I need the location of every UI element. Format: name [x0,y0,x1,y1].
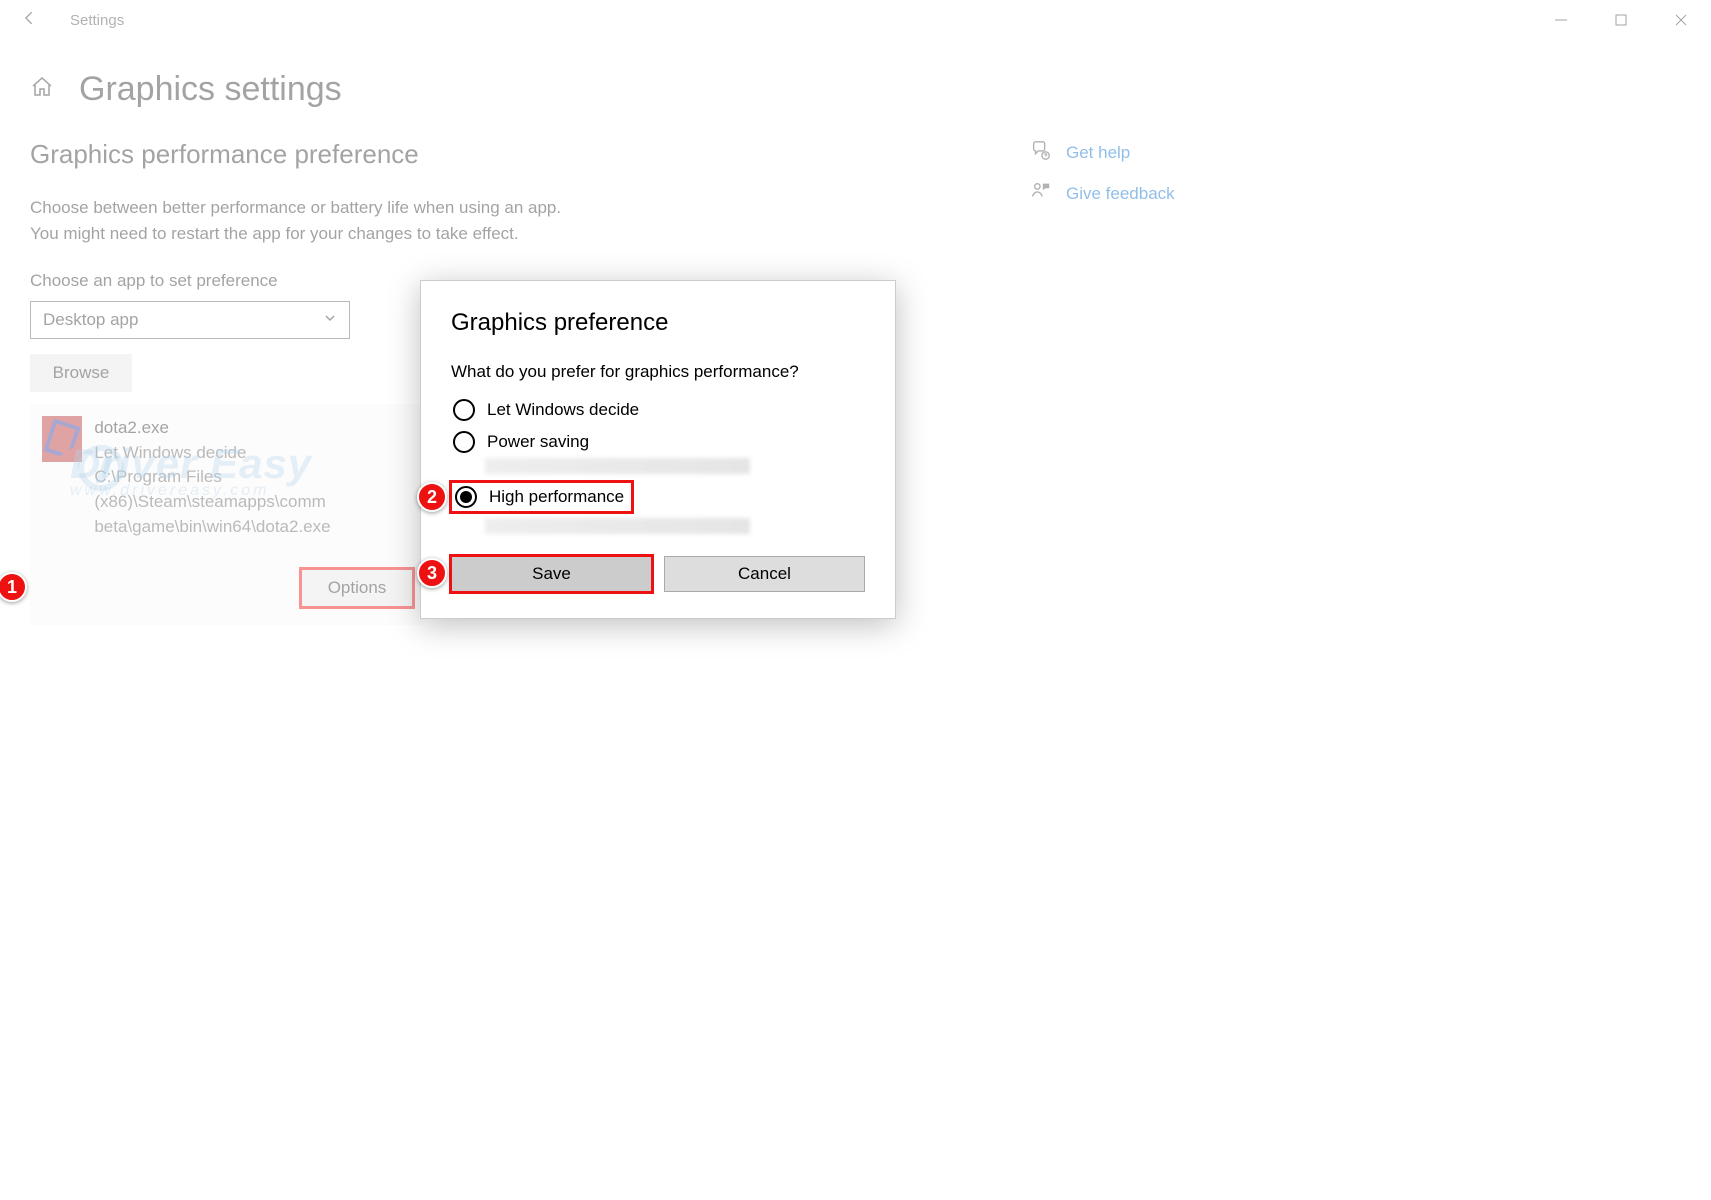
radio-icon-selected [455,486,477,508]
radio-icon [453,399,475,421]
gpu-name-blurred [485,458,750,474]
radio-power-saving[interactable]: Power saving [451,426,865,458]
radio-let-windows-decide[interactable]: Let Windows decide [451,394,865,426]
gpu-name-blurred [485,518,750,534]
annotation-badge: 2 [417,482,447,512]
radio-high-performance[interactable]: High performance [451,482,632,512]
annotation-badge: 3 [417,558,447,588]
graphics-preference-dialog: Graphics preference What do you prefer f… [420,280,896,619]
dialog-question: What do you prefer for graphics performa… [451,362,865,382]
dialog-title: Graphics preference [451,309,865,337]
radio-label: High performance [489,487,624,507]
radio-icon [453,431,475,453]
cancel-button[interactable]: Cancel [664,556,865,592]
radio-label: Let Windows decide [487,400,639,420]
radio-label: Power saving [487,432,589,452]
save-button[interactable]: Save [451,556,652,592]
